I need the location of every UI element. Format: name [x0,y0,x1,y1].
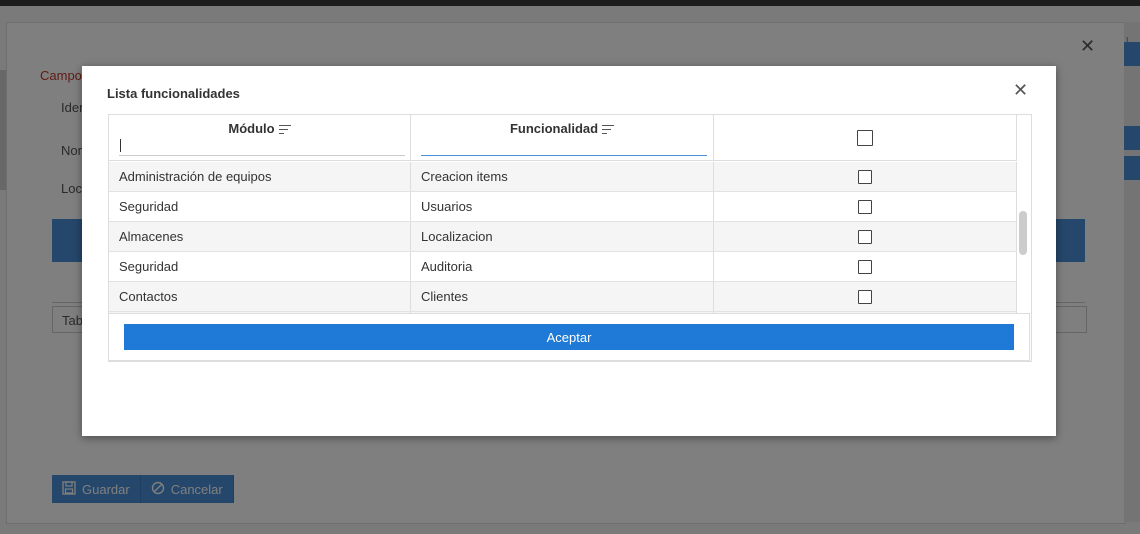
table-row[interactable]: Almacenes Localizacion [109,222,1017,252]
accept-button[interactable]: Aceptar [124,324,1014,350]
grid-scrollbar[interactable] [1019,211,1027,255]
column-header-modulo[interactable]: Módulo [109,115,411,160]
modulo-cell: Seguridad [109,252,411,281]
select-cell [714,162,1017,191]
table-row[interactable]: Contactos Clientes [109,282,1017,312]
select-cell [714,282,1017,311]
dialog-footer: Aceptar [108,313,1030,361]
sort-icon[interactable] [278,125,291,135]
funcionalidad-cell: Clientes [411,282,714,311]
funcionalidad-cell: Usuarios [411,192,714,221]
row-checkbox[interactable] [858,169,872,184]
row-checkbox[interactable] [858,289,872,304]
dialog-title: Lista funcionalidades [107,86,240,101]
funcionalidad-cell: Auditoria [411,252,714,281]
table-row[interactable]: Seguridad Auditoria [109,252,1017,282]
modulo-cell: Contactos [109,282,411,311]
column-title-modulo: Módulo [228,121,275,136]
select-cell [714,252,1017,281]
grid-body: Administración de equipos Creacion items S… [109,162,1017,318]
funcionalidad-cell: Localizacion [411,222,714,251]
modulo-filter-input[interactable] [119,137,405,156]
modulo-cell: Almacenes [109,222,411,251]
modulo-cell: Administración de equipos [109,162,411,191]
close-icon[interactable]: ✕ [1013,80,1028,101]
sort-icon[interactable] [602,125,615,135]
row-checkbox[interactable] [858,259,872,274]
funcionalidad-cell: Creacion items [411,162,714,191]
table-row[interactable]: Seguridad Usuarios [109,192,1017,222]
select-cell [714,192,1017,221]
table-row[interactable]: Administración de equipos Creacion items [109,162,1017,192]
select-all-checkbox[interactable] [857,129,873,146]
select-cell [714,222,1017,251]
row-checkbox[interactable] [858,199,872,214]
funcionalidad-filter-input[interactable] [421,137,707,156]
column-header-select [714,115,1017,160]
functionalities-dialog: Lista funcionalidades ✕ Módulo Funcional… [82,66,1056,436]
column-title-funcionalidad: Funcionalidad [509,121,599,136]
grid-header: Módulo Funcionalidad [109,115,1017,161]
modulo-cell: Seguridad [109,192,411,221]
row-checkbox[interactable] [858,229,872,244]
text-cursor [120,139,121,152]
column-header-funcionalidad[interactable]: Funcionalidad [411,115,714,160]
